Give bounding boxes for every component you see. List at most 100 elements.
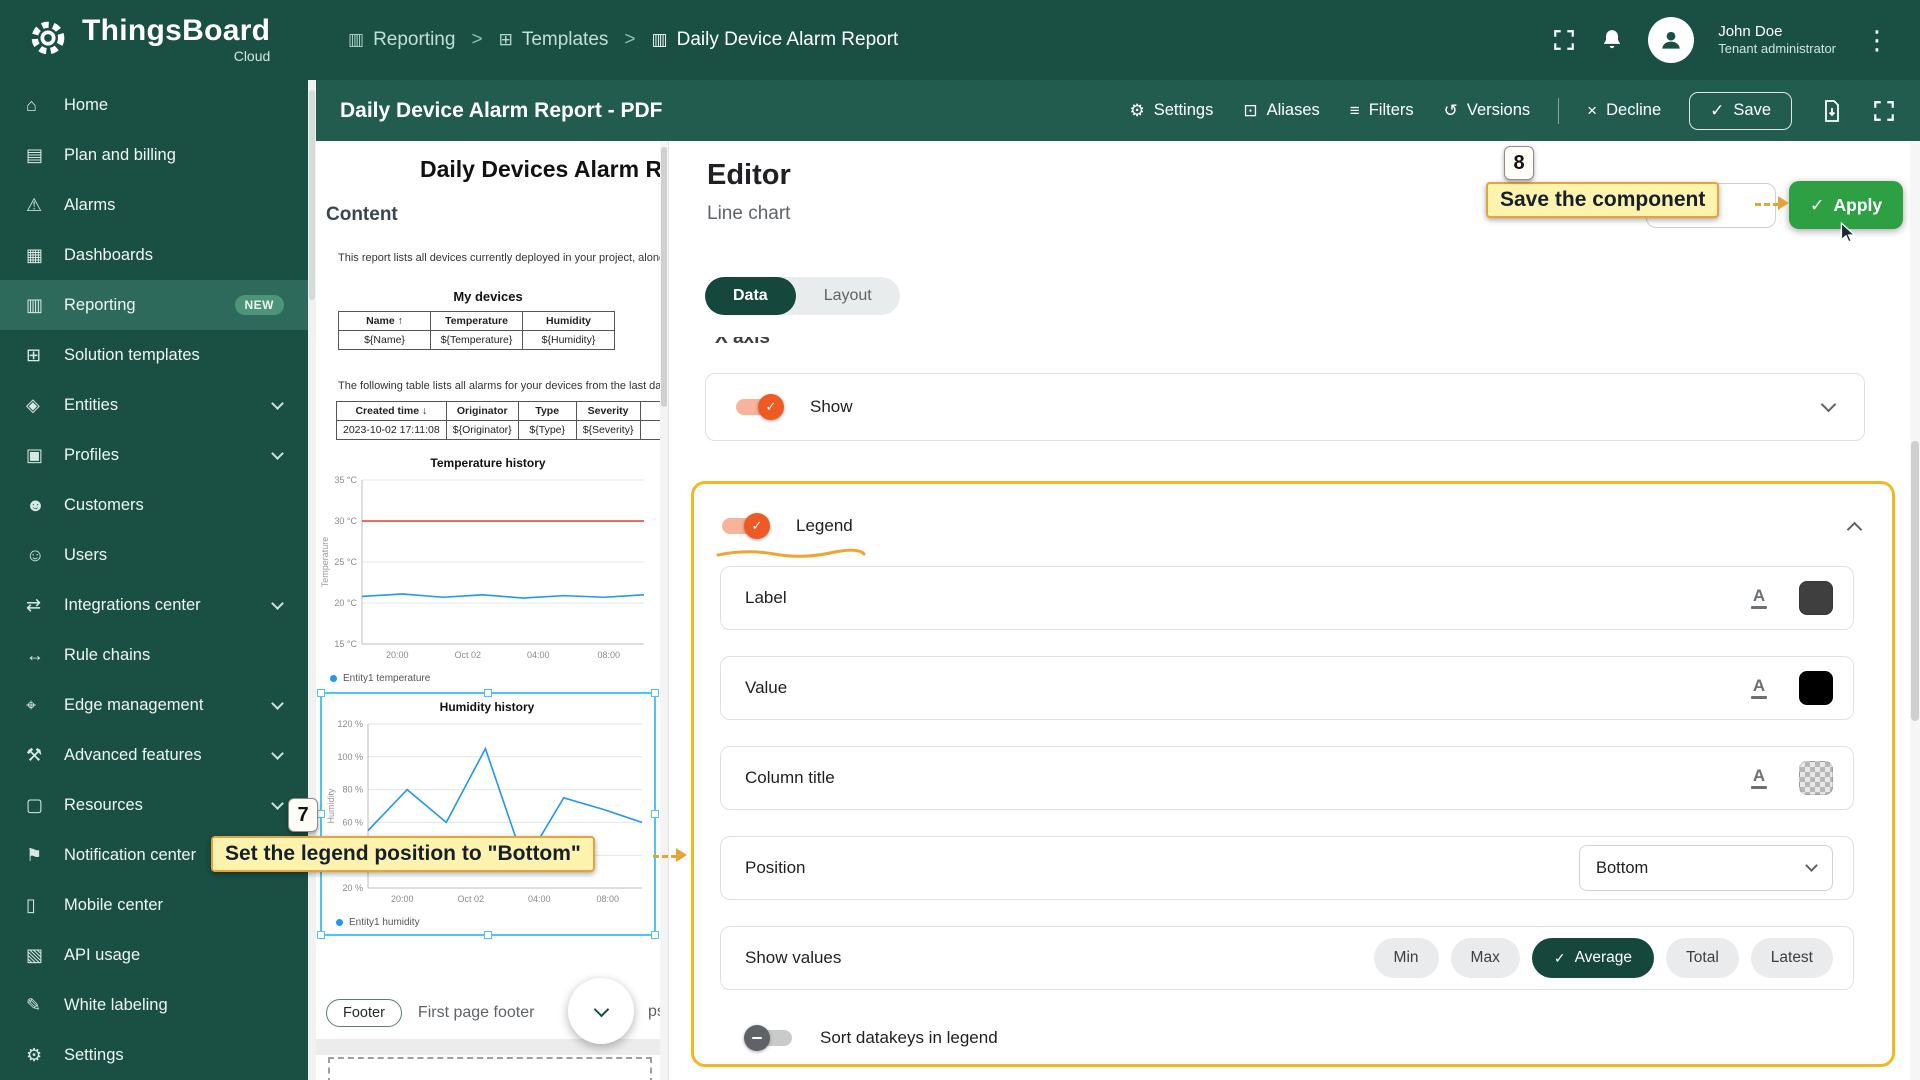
column-title-color-swatch[interactable] — [1799, 761, 1833, 795]
collapse-label-partial: pse — [648, 1003, 660, 1021]
legend-value-row: Value A — [720, 656, 1854, 720]
user-info[interactable]: John Doe Tenant administrator — [1718, 23, 1836, 58]
settings-button[interactable]: ⚙Settings — [1129, 101, 1213, 121]
resize-handle[interactable] — [317, 931, 325, 939]
resize-handle[interactable] — [317, 810, 325, 818]
logo-icon — [26, 16, 70, 65]
resize-handle[interactable] — [651, 689, 659, 697]
temperature-chart-title: Temperature history — [316, 456, 660, 470]
svg-text:25 °C: 25 °C — [334, 557, 357, 567]
fullscreen-icon[interactable] — [1552, 28, 1576, 52]
brand-tagline: Cloud — [234, 48, 271, 64]
sidebar-item-alarms[interactable]: ⚠Alarms — [0, 180, 308, 230]
sort-datakeys-toggle[interactable] — [744, 1026, 794, 1050]
sidebar-item-solution-templates[interactable]: ⊞Solution templates — [0, 330, 308, 380]
legend-toggle[interactable]: ✓ — [720, 514, 770, 538]
show-toggle[interactable]: ✓ — [734, 395, 784, 419]
show-values-chip-min[interactable]: Min — [1374, 938, 1439, 978]
user-avatar[interactable] — [1648, 17, 1694, 63]
sidebar-item-resources[interactable]: ▢Resources — [0, 780, 308, 830]
sidebar-item-settings[interactable]: ⚙Settings — [0, 1030, 308, 1080]
aliases-button[interactable]: ⊡ Aliases — [1243, 101, 1319, 121]
decline-button[interactable]: × Decline — [1587, 101, 1661, 121]
show-values-chip-total[interactable]: Total — [1666, 938, 1739, 978]
breadcrumb-separator: > — [624, 29, 635, 51]
editor-scrollbar[interactable] — [1910, 141, 1920, 1080]
show-values-chip-latest[interactable]: Latest — [1751, 938, 1833, 978]
sidebar-item-profiles[interactable]: ▣Profiles — [0, 430, 308, 480]
x-axis-section-label-clipped: X axis — [715, 337, 915, 350]
sidebar-item-api-usage[interactable]: ▧API usage — [0, 930, 308, 980]
save-button[interactable]: ✓ Save — [1689, 92, 1792, 130]
notifications-bell-icon[interactable] — [1600, 28, 1624, 52]
app-root: ThingsBoard Cloud ▥Reporting>⊞Templates>… — [0, 0, 1920, 1080]
show-card[interactable]: ✓ Show — [705, 373, 1865, 441]
fullscreen-editor-icon[interactable] — [1872, 99, 1896, 123]
show-label: Show — [810, 397, 853, 417]
font-settings-icon[interactable]: A — [1741, 580, 1777, 616]
sidebar-item-dashboards[interactable]: ▦Dashboards — [0, 230, 308, 280]
sidebar-item-label: Profiles — [64, 446, 273, 465]
show-values-chip-max[interactable]: Max — [1451, 938, 1520, 978]
breadcrumb-reporting[interactable]: ▥Reporting — [348, 29, 455, 51]
svg-text:Oct 02: Oct 02 — [454, 650, 481, 660]
resize-handle[interactable] — [484, 931, 492, 939]
resize-handle[interactable] — [651, 810, 659, 818]
annotation-connector — [653, 855, 677, 858]
filters-button[interactable]: ≡Filters — [1350, 101, 1414, 121]
legend-header[interactable]: ✓ Legend — [694, 484, 1892, 548]
sidebar-item-users[interactable]: ☺Users — [0, 530, 308, 580]
collapse-fab-button[interactable] — [568, 978, 634, 1044]
chevron-down-icon — [593, 1001, 609, 1017]
svg-text:08:00: 08:00 — [597, 650, 620, 660]
show-values-chip-average[interactable]: ✓Average — [1532, 938, 1654, 978]
sidebar-item-white-labeling[interactable]: ✎White labeling — [0, 980, 308, 1030]
selected-humidity-widget[interactable]: Humidity history 120 %100 %80 %60 %40 %2… — [320, 692, 656, 936]
aliases-icon: ⊡ — [1243, 101, 1257, 121]
annotation-squiggle — [716, 546, 866, 564]
legend-label: Entity1 humidity — [349, 917, 420, 928]
button-label: Aliases — [1267, 101, 1320, 120]
alarms-table: Created time ↓OriginatorTypeSeverity2023… — [336, 401, 660, 440]
value-color-swatch[interactable] — [1799, 671, 1833, 705]
footer-tab-chip[interactable]: Footer — [326, 999, 402, 1027]
resize-handle[interactable] — [651, 931, 659, 939]
resize-handle[interactable] — [317, 689, 325, 697]
kebab-menu-icon[interactable]: ⋮ — [1860, 25, 1894, 56]
font-settings-icon[interactable]: A — [1741, 760, 1777, 796]
resize-handle[interactable] — [484, 689, 492, 697]
sidebar-item-plan-and-billing[interactable]: ▤Plan and billing — [0, 130, 308, 180]
sidebar-item-advanced-features[interactable]: ⚒Advanced features — [0, 730, 308, 780]
sidebar-item-customers[interactable]: ☻Customers — [0, 480, 308, 530]
breadcrumb-templates[interactable]: ⊞Templates — [499, 29, 609, 51]
svg-text:100 %: 100 % — [337, 752, 363, 762]
tab-data[interactable]: Data — [705, 277, 796, 315]
versions-button[interactable]: ↺Versions — [1444, 101, 1531, 121]
alarms-icon: ⚠ — [26, 195, 64, 216]
font-settings-icon[interactable]: A — [1741, 670, 1777, 706]
sidebar-item-edge-management[interactable]: ⌖Edge management — [0, 680, 308, 730]
sidebar-item-home[interactable]: ⌂Home — [0, 80, 308, 130]
breadcrumb-daily-device-alarm-report[interactable]: ▥Daily Device Alarm Report — [652, 29, 899, 51]
sidebar-item-mobile-center[interactable]: ▯Mobile center — [0, 880, 308, 930]
sidebar-item-integrations-center[interactable]: ⇄Integrations center — [0, 580, 308, 630]
sidebar-item-entities[interactable]: ◈Entities — [0, 380, 308, 430]
devices-table-title: My devices — [316, 289, 660, 305]
resources-icon: ▢ — [26, 795, 64, 816]
sidebar-item-label: Mobile center — [64, 896, 292, 915]
editor-subtitle: Line chart — [707, 203, 790, 225]
thingsboard-logo[interactable]: ThingsBoard Cloud — [26, 16, 312, 65]
whitelabel-icon: ✎ — [26, 995, 64, 1016]
api-icon: ▧ — [26, 945, 64, 966]
preview-scrollbar[interactable] — [660, 141, 668, 1080]
sidebar-scrollbar[interactable] — [308, 80, 316, 1080]
sidebar-item-reporting[interactable]: ▥ReportingNEW — [0, 280, 308, 330]
position-select[interactable]: Bottom — [1579, 845, 1833, 891]
label-color-swatch[interactable] — [1799, 581, 1833, 615]
export-pdf-icon[interactable] — [1820, 99, 1844, 123]
chip-label: Total — [1686, 949, 1719, 967]
user-name: John Doe — [1718, 23, 1836, 42]
mobile-icon: ▯ — [26, 895, 64, 916]
tab-layout[interactable]: Layout — [796, 277, 900, 315]
sidebar-item-rule-chains[interactable]: ↔Rule chains — [0, 630, 308, 680]
